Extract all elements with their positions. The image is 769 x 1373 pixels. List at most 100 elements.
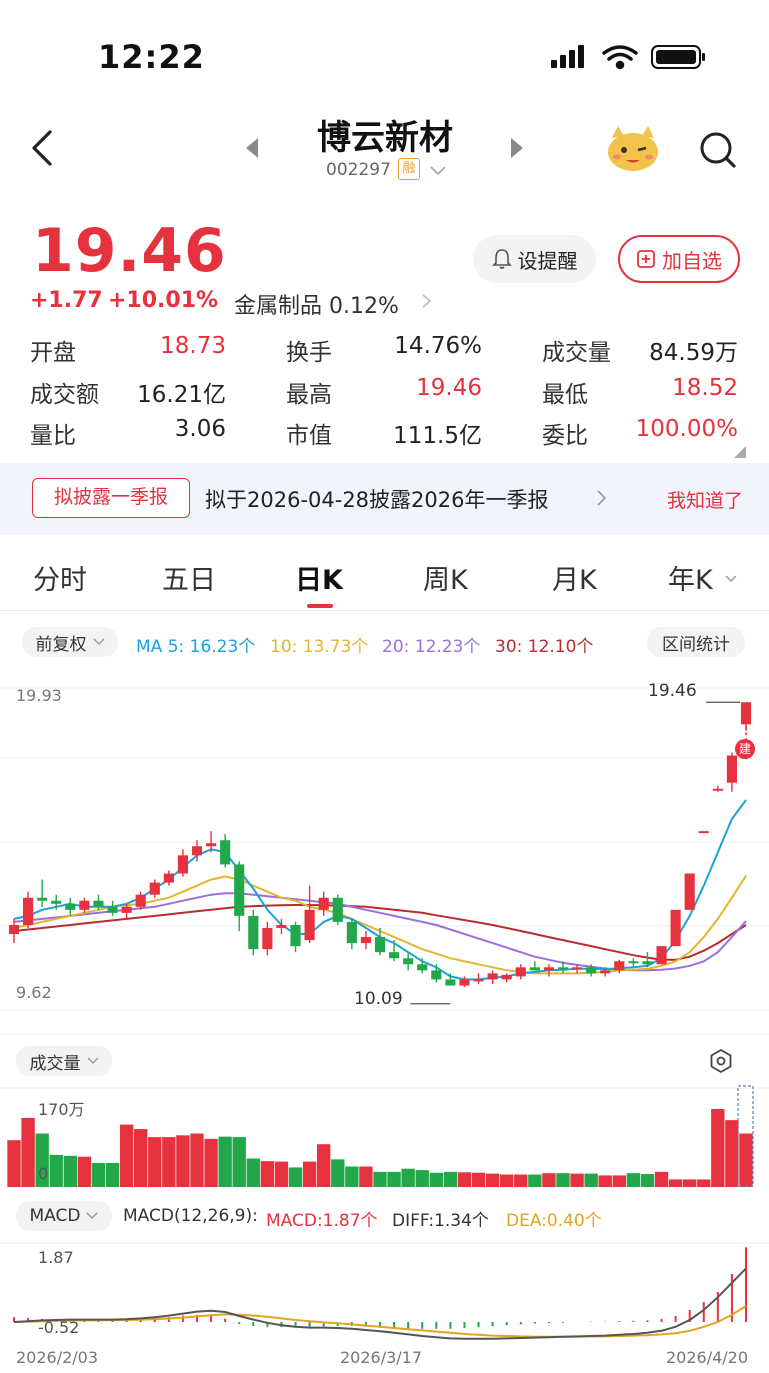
chevron-down-icon[interactable] — [428, 160, 448, 180]
tab-weekly-k[interactable]: 周K — [423, 558, 468, 597]
candle-body — [79, 900, 90, 910]
volume-bar — [668, 1179, 683, 1187]
volume-bar — [697, 1179, 711, 1187]
volume-bar — [345, 1166, 359, 1187]
adjust-select[interactable]: 前复权 — [22, 627, 118, 657]
macd-value: MACD:1.87个 — [266, 1211, 378, 1231]
candle-body — [557, 967, 569, 970]
candle-body — [712, 788, 723, 791]
back-icon[interactable] — [22, 126, 62, 170]
status-icons — [551, 45, 705, 70]
volume-bar — [176, 1135, 190, 1187]
signal-icon — [551, 45, 584, 68]
chevron-down-icon — [725, 575, 737, 583]
macd-chart[interactable] — [0, 1240, 769, 1340]
expand-corner-icon[interactable] — [734, 446, 746, 458]
dismiss-button[interactable]: 我知道了 — [667, 486, 743, 513]
volume-bar — [654, 1171, 669, 1187]
set-alert-button[interactable]: 设提醒 — [473, 235, 596, 283]
stat-label: 成交量 — [542, 340, 611, 366]
volume-select[interactable]: 成交量 — [16, 1046, 112, 1076]
set-alert-label: 设提醒 — [517, 248, 578, 273]
price-axis-min: 9.62 — [16, 983, 52, 1002]
add-watchlist-button[interactable]: 加自选 — [618, 235, 740, 283]
build-tag[interactable]: 建 — [735, 739, 755, 759]
candle-body — [37, 897, 48, 901]
volume-bar — [7, 1140, 21, 1187]
stat-label: 量比 — [30, 423, 76, 449]
stat-value: 84.59万 — [649, 340, 738, 366]
stat-label: 换手 — [286, 340, 332, 366]
volume-chart[interactable] — [0, 1085, 769, 1190]
volume-bar — [415, 1170, 429, 1187]
volume-bar — [232, 1137, 246, 1187]
volume-bar — [485, 1173, 500, 1187]
candle-body — [389, 952, 400, 959]
status-time: 12:22 — [98, 38, 205, 76]
macd-label: MACD — [29, 1206, 81, 1226]
stat-label: 成交额 — [30, 382, 99, 408]
diff-value: DIFF:1.34个 — [392, 1211, 489, 1231]
candle-body — [332, 897, 343, 922]
candle-body — [445, 979, 456, 986]
next-stock-icon[interactable] — [505, 136, 529, 160]
mascot-icon[interactable] — [604, 122, 662, 174]
range-stats-button[interactable]: 区间统计 — [647, 627, 745, 657]
volume-axis-zero: 0 — [38, 1164, 49, 1183]
tab-yearly-k[interactable]: 年K — [668, 558, 713, 597]
volume-bar — [683, 1179, 697, 1187]
tab-daily-k[interactable]: 日K — [295, 558, 343, 597]
price-change: +1.77 — [30, 288, 103, 313]
settings-icon[interactable] — [708, 1048, 734, 1074]
volume-bar — [317, 1144, 331, 1187]
volume-bar — [359, 1166, 373, 1187]
prev-stock-icon[interactable] — [240, 136, 264, 160]
stat-value: 18.52 — [672, 375, 738, 401]
chevron-down-icon — [87, 1057, 98, 1064]
candle-body — [586, 967, 597, 974]
candle-body — [276, 924, 287, 928]
volume-axis-max: 170万 — [38, 1100, 85, 1119]
diff-line — [13, 1267, 747, 1340]
candle-body — [177, 855, 188, 874]
candle-body — [8, 924, 20, 935]
volume-bar — [725, 1120, 739, 1187]
candle-body — [304, 909, 315, 941]
candle-body — [529, 967, 540, 971]
volume-bar — [401, 1168, 415, 1187]
sector-link[interactable]: 金属制品 0.12% — [234, 288, 399, 320]
volume-bar — [246, 1158, 260, 1187]
chevron-down-icon — [93, 638, 104, 645]
stat-value: 111.5亿 — [393, 423, 482, 449]
bell-icon — [491, 249, 512, 269]
candle-body — [262, 927, 273, 950]
volume-bar — [612, 1175, 626, 1187]
macd-select[interactable]: MACD — [16, 1201, 112, 1231]
volume-bar — [190, 1133, 204, 1187]
search-icon[interactable] — [696, 128, 740, 172]
volume-bar — [274, 1161, 289, 1187]
candle-body — [346, 921, 357, 944]
current-price: 19.46 — [32, 216, 227, 286]
candle-body — [417, 964, 428, 971]
candle-body — [543, 967, 554, 971]
tab-monthly-k[interactable]: 月K — [552, 558, 597, 597]
candle-body — [698, 831, 709, 834]
stock-name: 博云新材 — [317, 118, 453, 158]
notice-text[interactable]: 拟于2026-04-28披露2026年一季报 — [205, 484, 549, 514]
candle-body — [642, 961, 653, 965]
candle-body — [234, 864, 245, 916]
tab-five-day[interactable]: 五日 — [162, 558, 216, 597]
volume-bar — [584, 1173, 598, 1187]
tab-intraday[interactable]: 分时 — [33, 558, 87, 597]
stat-label: 开盘 — [30, 340, 76, 366]
candle-body — [65, 903, 76, 910]
candle-body — [403, 958, 414, 965]
macd-axis-min: -0.52 — [38, 1318, 80, 1337]
volume-bar — [288, 1167, 303, 1187]
volume-bar — [260, 1161, 275, 1187]
volume-bar — [302, 1161, 317, 1187]
divider — [0, 1034, 769, 1035]
volume-bar — [134, 1129, 148, 1187]
candlestick-chart[interactable] — [0, 670, 769, 1030]
